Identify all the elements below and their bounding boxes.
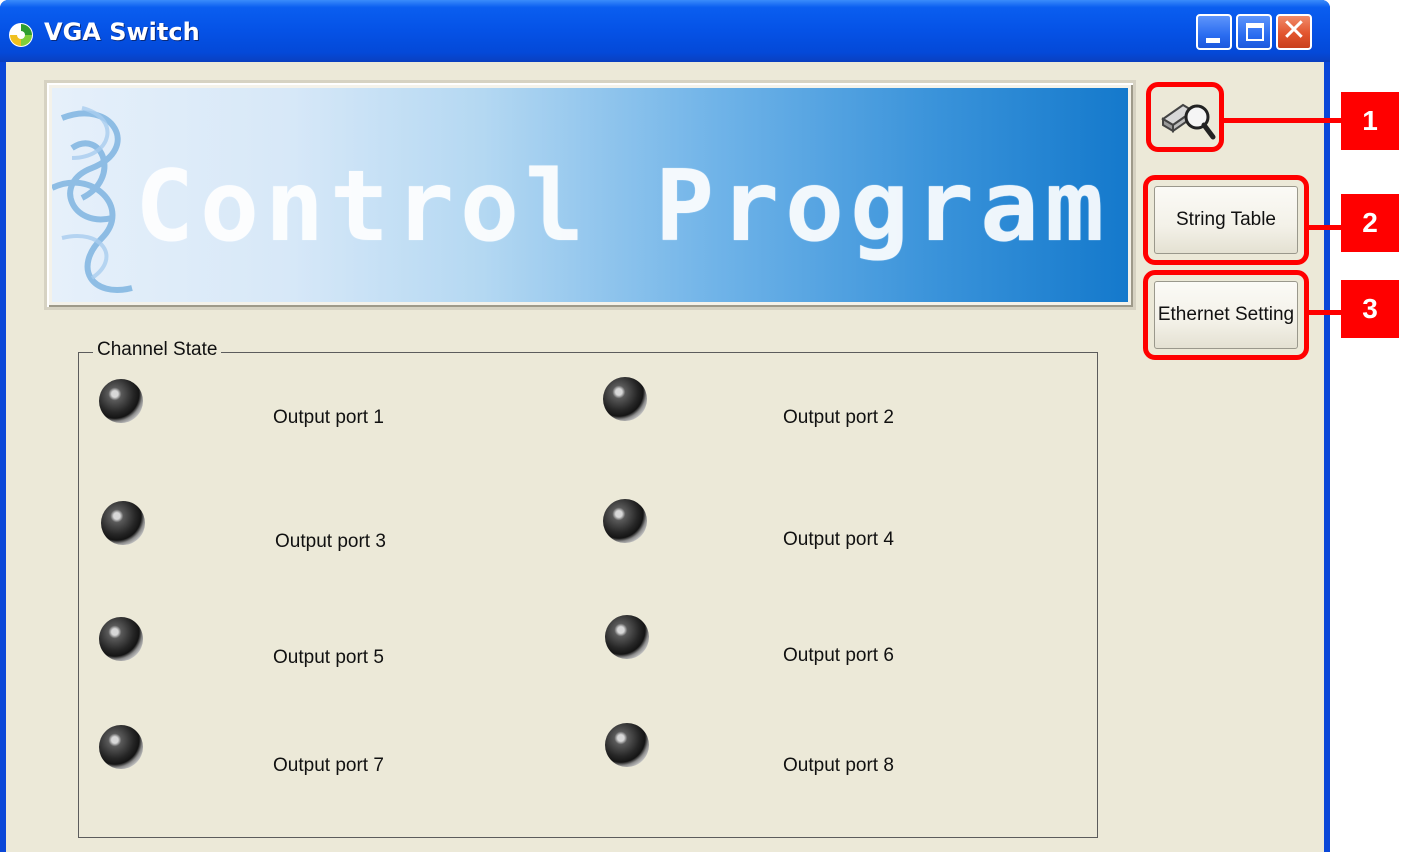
maximize-button[interactable] bbox=[1236, 14, 1272, 50]
app-window: VGA Switch ✕ Control Program Channel Sta… bbox=[0, 0, 1330, 852]
window-title: VGA Switch bbox=[44, 18, 200, 46]
banner-image: Control Program bbox=[52, 88, 1128, 302]
port-7-indicator-icon bbox=[99, 725, 143, 769]
port-8-label: Output port 8 bbox=[783, 755, 894, 776]
callout-line-2 bbox=[1309, 225, 1341, 230]
app-icon bbox=[9, 23, 33, 47]
port-8-indicator-icon bbox=[605, 723, 649, 767]
banner: Control Program bbox=[44, 80, 1136, 310]
port-3-label: Output port 3 bbox=[275, 531, 386, 552]
client-area: Control Program Channel State Output por… bbox=[6, 62, 1324, 852]
banner-title: Control Program bbox=[134, 150, 1110, 264]
port-5-indicator-icon bbox=[99, 617, 143, 661]
search-device-icon bbox=[1161, 103, 1216, 140]
close-icon: ✕ bbox=[1281, 13, 1307, 48]
string-table-button-face[interactable]: String Table bbox=[1154, 186, 1298, 254]
port-1-indicator-icon bbox=[99, 379, 143, 423]
channel-state-group: Channel State Output port 1 Output port … bbox=[78, 339, 1098, 838]
callout-badge-3: 3 bbox=[1341, 280, 1399, 338]
port-4-label: Output port 4 bbox=[783, 529, 894, 550]
callout-line-1 bbox=[1224, 118, 1341, 123]
ethernet-setting-button[interactable]: Ethernet Setting bbox=[1143, 270, 1309, 360]
port-5-label: Output port 5 bbox=[273, 647, 384, 668]
maximize-icon bbox=[1246, 23, 1264, 41]
device-search-button[interactable] bbox=[1146, 82, 1224, 152]
minimize-icon bbox=[1206, 38, 1220, 43]
port-2-label: Output port 2 bbox=[783, 407, 894, 428]
port-6-indicator-icon bbox=[605, 615, 649, 659]
port-1-label: Output port 1 bbox=[273, 407, 384, 428]
callout-line-3 bbox=[1309, 310, 1341, 315]
port-7-label: Output port 7 bbox=[273, 755, 384, 776]
group-label: Channel State bbox=[93, 339, 222, 361]
minimize-button[interactable] bbox=[1196, 14, 1232, 50]
title-bar[interactable]: VGA Switch ✕ bbox=[0, 0, 1330, 62]
close-button[interactable]: ✕ bbox=[1276, 14, 1312, 50]
callout-badge-1: 1 bbox=[1341, 92, 1399, 150]
port-4-indicator-icon bbox=[603, 499, 647, 543]
callout-badge-2: 2 bbox=[1341, 194, 1399, 252]
ethernet-setting-button-face[interactable]: Ethernet Setting bbox=[1154, 281, 1298, 349]
port-2-indicator-icon bbox=[603, 377, 647, 421]
port-3-indicator-icon bbox=[101, 501, 145, 545]
port-6-label: Output port 6 bbox=[783, 645, 894, 666]
string-table-button[interactable]: String Table bbox=[1143, 175, 1309, 265]
